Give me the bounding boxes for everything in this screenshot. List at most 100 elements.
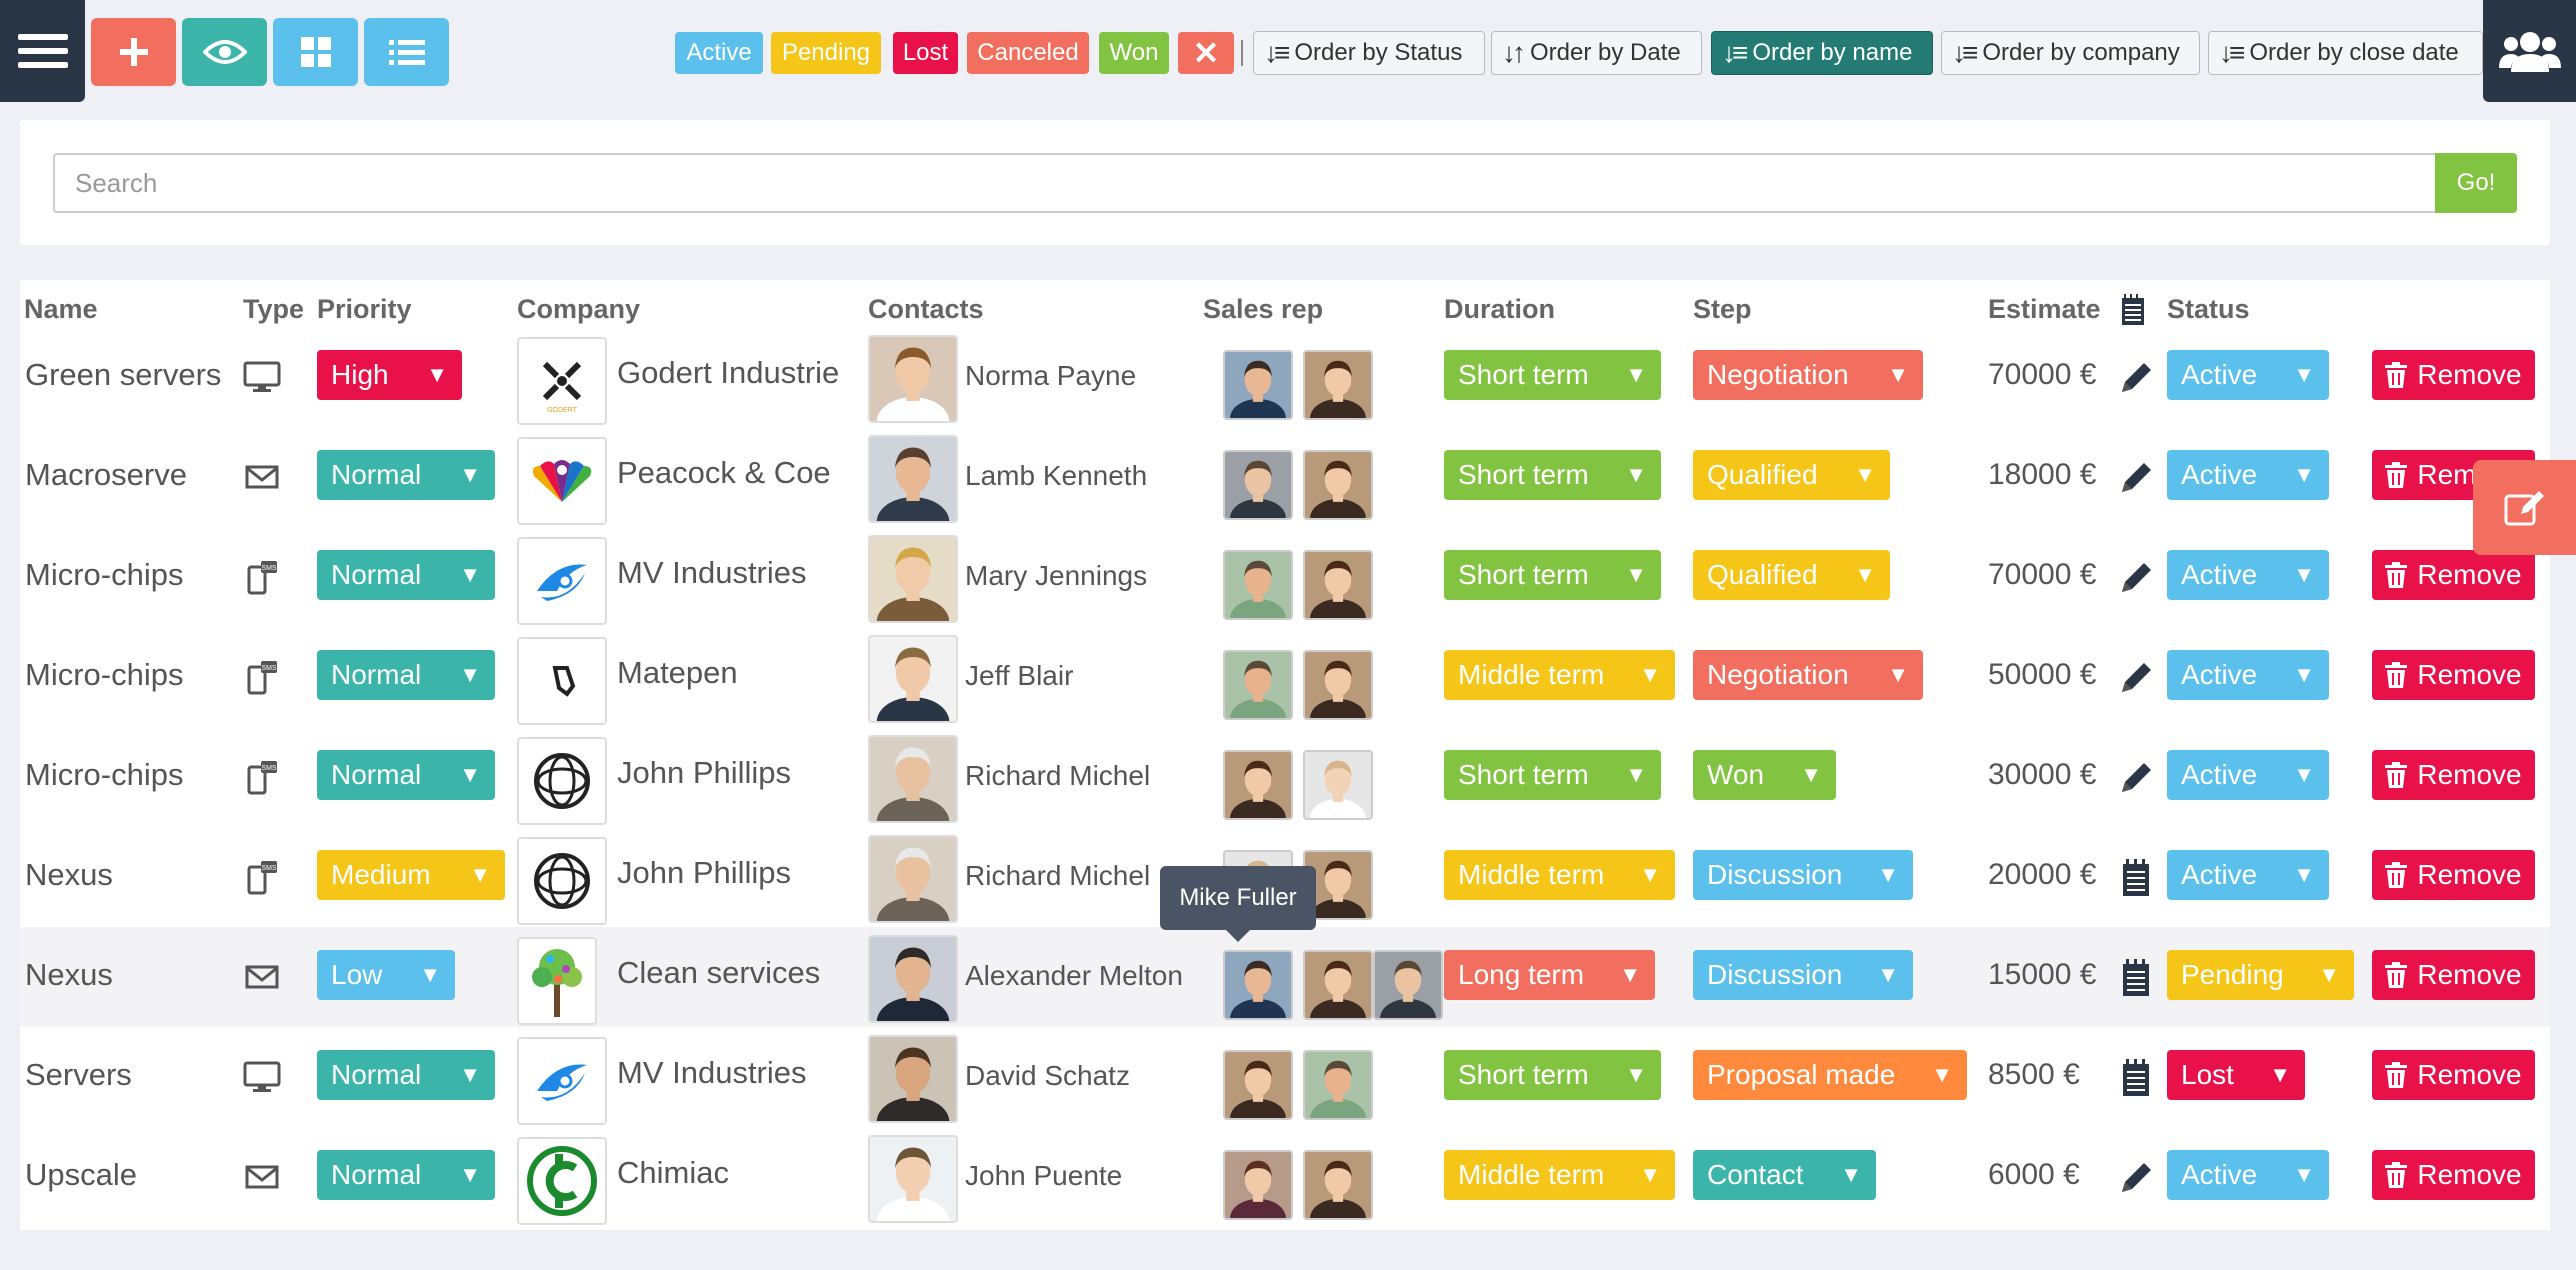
- company-name[interactable]: Godert Industrie: [617, 355, 839, 391]
- notepad-icon[interactable]: [2116, 1058, 2156, 1098]
- list-view-button[interactable]: [364, 18, 449, 86]
- step-dropdown[interactable]: Contact ▼: [1693, 1150, 1876, 1200]
- contact-avatar[interactable]: [868, 1135, 958, 1223]
- duration-dropdown[interactable]: Short term ▼: [1444, 450, 1661, 500]
- order-by-name-button[interactable]: ↓≡ Order by name: [1711, 31, 1933, 75]
- sales-rep-avatar[interactable]: [1303, 550, 1373, 620]
- company-name[interactable]: MV Industries: [617, 1055, 807, 1091]
- grid-view-button[interactable]: [273, 18, 358, 86]
- header-step[interactable]: Step: [1693, 294, 1752, 325]
- hamburger-menu-button[interactable]: [0, 0, 85, 102]
- contact-name[interactable]: Mary Jennings: [965, 560, 1147, 592]
- pencil-icon[interactable]: [2116, 558, 2156, 598]
- sales-rep-avatar[interactable]: [1223, 550, 1293, 620]
- priority-dropdown[interactable]: High ▼: [317, 350, 462, 400]
- clear-filters-button[interactable]: ✕: [1178, 32, 1234, 74]
- filter-lost[interactable]: Lost: [893, 32, 958, 74]
- header-estimate[interactable]: Estimate: [1988, 294, 2101, 325]
- table-row[interactable]: Servers Normal ▼ MV Industries David Schatz S…: [20, 1027, 2550, 1127]
- table-row[interactable]: Nexus Low ▼ Clean services Alexander Melton L…: [20, 927, 2550, 1027]
- sales-rep-avatar[interactable]: [1223, 450, 1293, 520]
- header-status[interactable]: Status: [2167, 294, 2250, 325]
- order-by-close-date-button[interactable]: ↓≡ Order by close date: [2208, 31, 2483, 75]
- header-sales-rep[interactable]: Sales rep: [1203, 294, 1323, 325]
- remove-button[interactable]: Remove: [2372, 350, 2535, 400]
- duration-dropdown[interactable]: Short term ▼: [1444, 550, 1661, 600]
- company-name[interactable]: John Phillips: [617, 855, 791, 891]
- table-row[interactable]: Micro-chips SMS Normal ▼ John Phillips Richar…: [20, 727, 2550, 827]
- status-dropdown[interactable]: Active ▼: [2167, 750, 2329, 800]
- edit-floating-button[interactable]: [2473, 460, 2576, 555]
- duration-dropdown[interactable]: Long term ▼: [1444, 950, 1655, 1000]
- contact-name[interactable]: Lamb Kenneth: [965, 460, 1147, 492]
- company-name[interactable]: Chimiac: [617, 1155, 729, 1191]
- table-row[interactable]: Micro-chips SMS Normal ▼ MV Industries Mary J…: [20, 527, 2550, 627]
- view-button[interactable]: [182, 18, 267, 86]
- step-dropdown[interactable]: Negotiation ▼: [1693, 350, 1923, 400]
- deal-name[interactable]: Micro-chips: [25, 557, 183, 593]
- contact-avatar[interactable]: [868, 735, 958, 823]
- header-company[interactable]: Company: [517, 294, 640, 325]
- pencil-icon[interactable]: [2116, 758, 2156, 798]
- filter-canceled[interactable]: Canceled: [967, 32, 1089, 74]
- company-name[interactable]: John Phillips: [617, 755, 791, 791]
- contact-name[interactable]: Richard Michel: [965, 760, 1150, 792]
- remove-button[interactable]: Remove: [2372, 1150, 2535, 1200]
- header-contacts[interactable]: Contacts: [868, 294, 984, 325]
- deal-name[interactable]: Micro-chips: [25, 757, 183, 793]
- status-dropdown[interactable]: Pending ▼: [2167, 950, 2354, 1000]
- deal-name[interactable]: Nexus: [25, 857, 113, 893]
- status-dropdown[interactable]: Lost ▼: [2167, 1050, 2305, 1100]
- sales-rep-avatar[interactable]: [1303, 950, 1373, 1020]
- header-name[interactable]: Name: [24, 294, 98, 325]
- priority-dropdown[interactable]: Normal ▼: [317, 1050, 495, 1100]
- contact-name[interactable]: David Schatz: [965, 1060, 1130, 1092]
- table-row[interactable]: Macroserve Normal ▼ Peacock & Coe Lamb Kenne…: [20, 427, 2550, 527]
- pencil-icon[interactable]: [2116, 1158, 2156, 1198]
- deal-name[interactable]: Micro-chips: [25, 657, 183, 693]
- step-dropdown[interactable]: Proposal made ▼: [1693, 1050, 1967, 1100]
- contact-name[interactable]: Richard Michel: [965, 860, 1150, 892]
- sales-rep-avatar[interactable]: [1223, 650, 1293, 720]
- sales-rep-avatar[interactable]: [1303, 650, 1373, 720]
- step-dropdown[interactable]: Discussion ▼: [1693, 850, 1913, 900]
- priority-dropdown[interactable]: Low ▼: [317, 950, 455, 1000]
- filter-won[interactable]: Won: [1099, 32, 1169, 74]
- sales-rep-avatar[interactable]: [1303, 1150, 1373, 1220]
- status-dropdown[interactable]: Active ▼: [2167, 450, 2329, 500]
- status-dropdown[interactable]: Active ▼: [2167, 1150, 2329, 1200]
- contact-avatar[interactable]: [868, 935, 958, 1023]
- priority-dropdown[interactable]: Normal ▼: [317, 550, 495, 600]
- header-priority[interactable]: Priority: [317, 294, 412, 325]
- duration-dropdown[interactable]: Short term ▼: [1444, 750, 1661, 800]
- deal-name[interactable]: Upscale: [25, 1157, 137, 1193]
- sales-rep-avatar[interactable]: [1223, 1050, 1293, 1120]
- duration-dropdown[interactable]: Middle term ▼: [1444, 850, 1675, 900]
- deal-name[interactable]: Nexus: [25, 957, 113, 993]
- table-row[interactable]: Upscale Normal ▼ Chimiac John Puente Middle t…: [20, 1127, 2550, 1227]
- sales-rep-avatar[interactable]: [1373, 950, 1443, 1020]
- deal-name[interactable]: Macroserve: [25, 457, 187, 493]
- pencil-icon[interactable]: [2116, 358, 2156, 398]
- sales-rep-avatar[interactable]: [1223, 350, 1293, 420]
- sales-rep-avatar[interactable]: [1223, 950, 1293, 1020]
- remove-button[interactable]: Remove: [2372, 750, 2535, 800]
- contact-avatar[interactable]: [868, 335, 958, 423]
- status-dropdown[interactable]: Active ▼: [2167, 650, 2329, 700]
- priority-dropdown[interactable]: Normal ▼: [317, 450, 495, 500]
- step-dropdown[interactable]: Won ▼: [1693, 750, 1836, 800]
- remove-button[interactable]: Remove: [2372, 850, 2535, 900]
- priority-dropdown[interactable]: Normal ▼: [317, 750, 495, 800]
- sales-rep-avatar[interactable]: [1223, 750, 1293, 820]
- sales-rep-avatar[interactable]: [1303, 350, 1373, 420]
- remove-button[interactable]: Remove: [2372, 650, 2535, 700]
- contact-avatar[interactable]: [868, 535, 958, 623]
- contact-name[interactable]: Jeff Blair: [965, 660, 1073, 692]
- remove-button[interactable]: Remove: [2372, 550, 2535, 600]
- filter-pending[interactable]: Pending: [771, 32, 881, 74]
- pencil-icon[interactable]: [2116, 458, 2156, 498]
- remove-button[interactable]: Remove: [2372, 950, 2535, 1000]
- search-input[interactable]: [53, 153, 2456, 213]
- status-dropdown[interactable]: Active ▼: [2167, 850, 2329, 900]
- status-dropdown[interactable]: Active ▼: [2167, 350, 2329, 400]
